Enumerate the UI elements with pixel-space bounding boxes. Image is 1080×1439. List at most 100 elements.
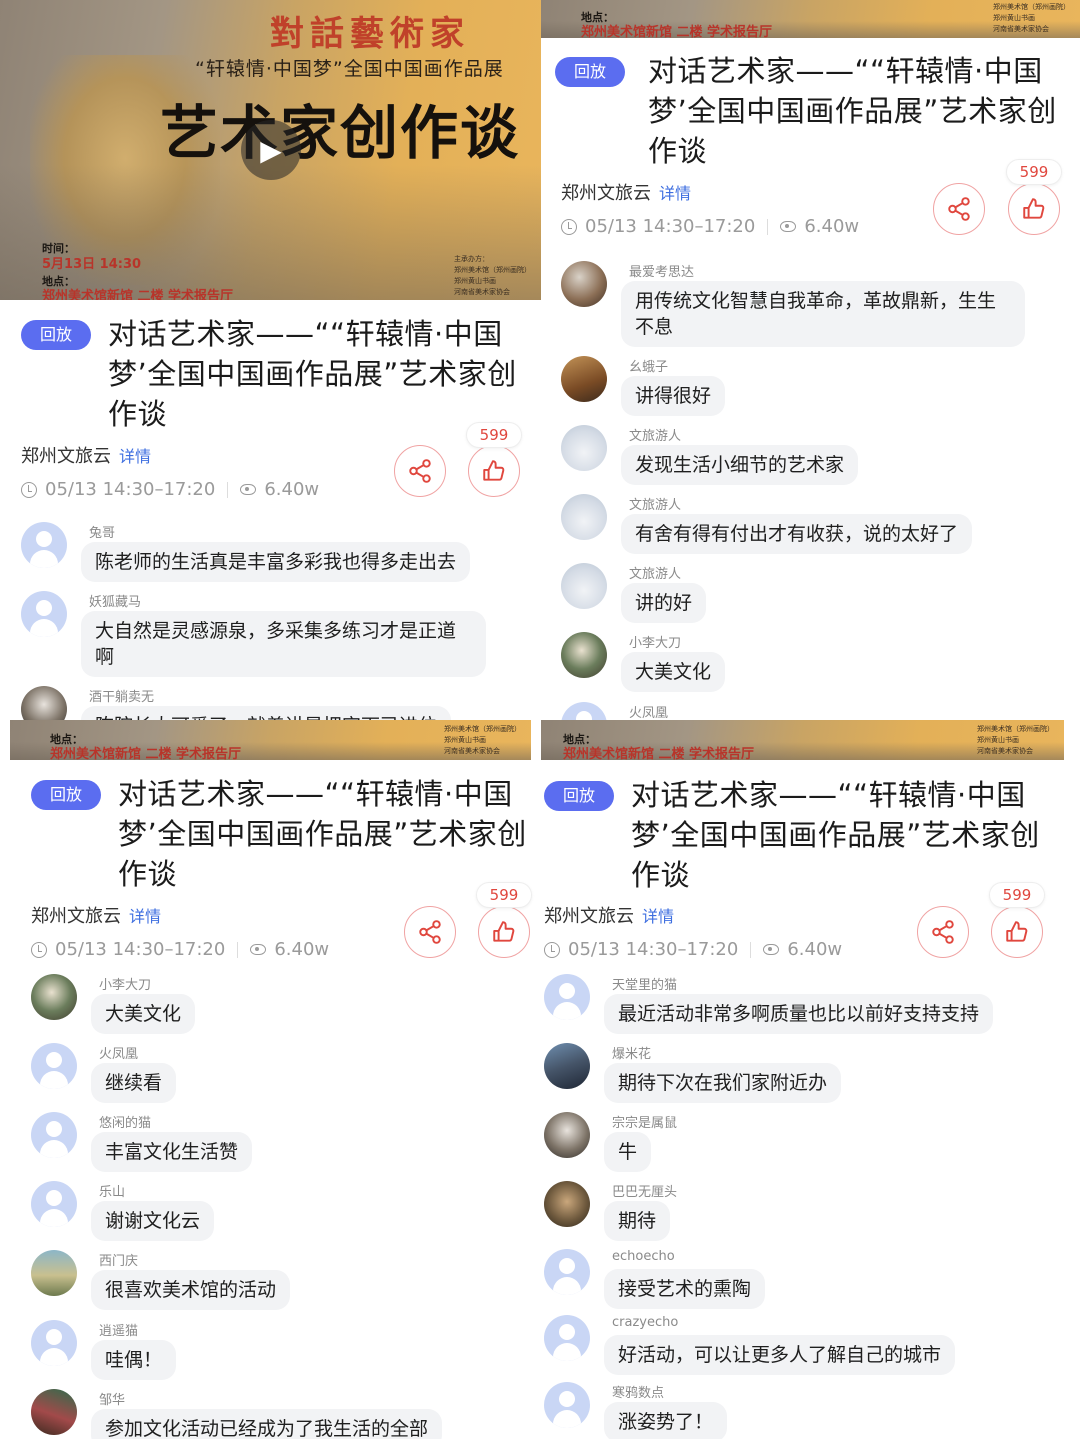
event-meta: 05/13 14:30–17:20 6.40w bbox=[21, 479, 319, 500]
avatar[interactable] bbox=[544, 1249, 590, 1295]
avatar[interactable] bbox=[21, 686, 67, 720]
avatar[interactable] bbox=[561, 425, 607, 471]
comment-text: 讲的好 bbox=[621, 583, 707, 623]
eye-icon bbox=[780, 221, 797, 232]
commenter-name: 寒鸦数点 bbox=[612, 1386, 665, 1401]
comment-text: 很喜欢美术馆的活动 bbox=[91, 1270, 291, 1310]
avatar[interactable] bbox=[544, 1043, 590, 1089]
share-button[interactable] bbox=[933, 183, 985, 235]
comment-text: 发现生活小细节的艺术家 bbox=[621, 445, 859, 485]
like-button[interactable] bbox=[1008, 183, 1060, 235]
poster-big-title: 艺术家创作谈 bbox=[160, 99, 521, 167]
poster-organizers: 郑州美术馆（郑州画院） 郑州黄山书画 河南省美术家协会 bbox=[444, 724, 521, 757]
comment-text: 用传统文化智慧自我革命，革故鼎新，生生不息 bbox=[621, 281, 1025, 347]
like-button[interactable] bbox=[478, 906, 530, 958]
commenter-name: 幺蛾子 bbox=[629, 360, 669, 375]
avatar[interactable] bbox=[31, 1043, 77, 1089]
avatar[interactable] bbox=[21, 522, 67, 568]
detail-link[interactable]: 详情 bbox=[119, 447, 151, 466]
comment-text: 有舍有得有付出才有收获，说的太好了 bbox=[621, 514, 973, 554]
detail-link[interactable]: 详情 bbox=[129, 907, 161, 926]
event-poster[interactable]: 地点： 郑州美术馆新馆 二楼 学术报告厅 郑州美术馆（郑州画院） 郑州黄山书画 … bbox=[541, 0, 1080, 38]
commenter-name: 酒干躺卖无 bbox=[89, 690, 155, 705]
replay-badge: 回放 bbox=[31, 780, 101, 810]
view-count: 6.40w bbox=[804, 216, 860, 237]
avatar[interactable] bbox=[31, 1320, 77, 1366]
meta-separator bbox=[767, 218, 769, 235]
view-count: 6.40w bbox=[264, 479, 320, 500]
avatar[interactable] bbox=[561, 494, 607, 540]
avatar[interactable] bbox=[561, 563, 607, 609]
view-count: 6.40w bbox=[274, 939, 330, 960]
eye-icon bbox=[763, 944, 780, 955]
avatar[interactable] bbox=[544, 974, 590, 1020]
thumbs-up-icon bbox=[493, 921, 515, 942]
poster-org-line: 郑州美术馆（郑州画院） bbox=[454, 266, 531, 274]
clock-icon bbox=[544, 941, 560, 958]
share-button[interactable] bbox=[404, 906, 456, 958]
source-line: 郑州文旅云 详情 bbox=[544, 902, 674, 928]
comment-text: 大美文化 bbox=[621, 652, 726, 692]
commenter-name: 悠闲的猫 bbox=[99, 1116, 152, 1131]
avatar[interactable] bbox=[31, 1181, 77, 1227]
avatar[interactable] bbox=[544, 1382, 590, 1428]
avatar[interactable] bbox=[31, 1389, 77, 1435]
play-icon[interactable]: ▶ bbox=[241, 120, 301, 180]
event-time: 05/13 14:30–17:20 bbox=[568, 939, 739, 960]
comment-text: 谢谢文化云 bbox=[91, 1201, 215, 1241]
avatar[interactable] bbox=[544, 1112, 590, 1158]
commenter-name: 巴巴无厘头 bbox=[612, 1185, 678, 1200]
poster-org-line: 郑州美术馆（郑州画院） bbox=[444, 725, 521, 733]
poster-place-value: 郑州美术馆新馆 二楼 学术报告厅 bbox=[50, 747, 242, 760]
event-poster[interactable]: 地点： 郑州美术馆新馆 二楼 学术报告厅 郑州美术馆（郑州画院） 郑州黄山书画 … bbox=[541, 720, 1064, 760]
detail-link[interactable]: 详情 bbox=[642, 907, 674, 926]
commenter-name: echoecho bbox=[612, 1249, 675, 1264]
avatar[interactable] bbox=[544, 1315, 590, 1361]
event-poster[interactable]: 對話藝術家 “轩辕情·中国梦”全国中国画作品展 艺术家创作谈 ▶ 时间： 5月1… bbox=[0, 0, 541, 300]
eye-icon bbox=[240, 484, 257, 495]
comment-text: 大自然是灵感源泉，多采集多练习才是正道啊 bbox=[81, 611, 486, 677]
poster-org-line: 郑州黄山书画 bbox=[444, 736, 486, 744]
event-poster[interactable]: 地点： 郑州美术馆新馆 二楼 学术报告厅 郑州美术馆（郑州画院） 郑州黄山书画 … bbox=[10, 720, 531, 760]
share-icon bbox=[409, 459, 431, 483]
commenter-name: 天堂里的猫 bbox=[612, 978, 678, 993]
poster-time-value: 5月13日 14:30 bbox=[42, 257, 142, 272]
avatar[interactable] bbox=[21, 591, 67, 637]
avatar[interactable] bbox=[31, 1112, 77, 1158]
like-button[interactable] bbox=[468, 445, 520, 497]
avatar[interactable] bbox=[544, 1181, 590, 1227]
view-count: 6.40w bbox=[787, 939, 843, 960]
comment-text: 好活动，可以让更多人了解自己的城市 bbox=[604, 1335, 956, 1375]
avatar[interactable] bbox=[561, 632, 607, 678]
replay-badge: 回放 bbox=[555, 57, 625, 87]
commenter-name: 妖狐藏马 bbox=[89, 595, 142, 610]
eye-icon bbox=[250, 944, 267, 955]
poster-org-line: 郑州黄山书画 bbox=[993, 14, 1035, 22]
commenter-name: 文旅游人 bbox=[629, 567, 682, 582]
detail-link[interactable]: 详情 bbox=[659, 184, 691, 203]
poster-org-line: 主承办方： bbox=[454, 255, 489, 263]
avatar[interactable] bbox=[31, 1250, 77, 1296]
source-name: 郑州文旅云 bbox=[561, 183, 651, 204]
screenshot-panel-2: 地点： 郑州美术馆新馆 二楼 学术报告厅 郑州美术馆（郑州画院） 郑州黄山书画 … bbox=[541, 0, 1080, 720]
avatar[interactable] bbox=[561, 702, 607, 720]
share-button[interactable] bbox=[917, 906, 969, 958]
source-line: 郑州文旅云 详情 bbox=[21, 442, 151, 468]
screenshot-panel-3: 地点： 郑州美术馆新馆 二楼 学术报告厅 郑州美术馆（郑州画院） 郑州黄山书画 … bbox=[0, 720, 541, 1439]
comment-text: 大美文化 bbox=[91, 994, 196, 1034]
share-button[interactable] bbox=[394, 445, 446, 497]
meta-separator bbox=[750, 941, 752, 958]
event-time: 05/13 14:30–17:20 bbox=[45, 479, 216, 500]
avatar[interactable] bbox=[561, 356, 607, 402]
comment-text: 陈院长太可爱了，就着讲是把字下已进位 bbox=[81, 706, 452, 720]
poster-organizers: 主承办方： 郑州美术馆（郑州画院） 郑州黄山书画 河南省美术家协会 bbox=[454, 254, 531, 298]
avatar[interactable] bbox=[561, 261, 607, 307]
event-meta: 05/13 14:30–17:20 6.40w bbox=[561, 216, 859, 237]
comment-text: 牛 bbox=[604, 1132, 652, 1172]
commenter-name: 乐山 bbox=[99, 1185, 126, 1200]
poster-org-line: 郑州美术馆（郑州画院） bbox=[977, 725, 1054, 733]
like-button[interactable] bbox=[991, 906, 1043, 958]
avatar[interactable] bbox=[31, 974, 77, 1020]
source-name: 郑州文旅云 bbox=[21, 446, 111, 467]
like-count: 599 bbox=[1006, 159, 1062, 185]
